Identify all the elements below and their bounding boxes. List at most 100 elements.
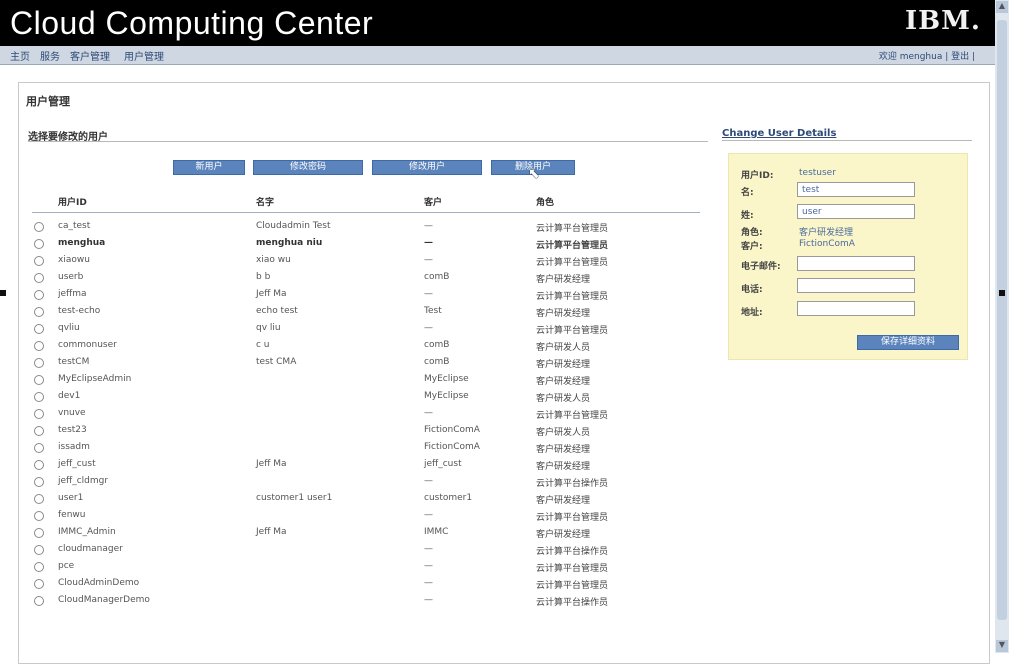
email-input[interactable] xyxy=(797,256,915,271)
cell-role: 云计算平台管理员 xyxy=(536,411,609,421)
cell-user-id: pce xyxy=(58,561,75,571)
row-radio[interactable] xyxy=(34,256,44,266)
table-row[interactable]: vnuve — 云计算平台管理员 xyxy=(32,406,700,423)
role-label: 角色: xyxy=(741,228,763,238)
row-radio[interactable] xyxy=(34,222,44,232)
modify-user-button[interactable]: 修改用户 xyxy=(372,160,482,175)
row-radio[interactable] xyxy=(34,460,44,470)
table-row[interactable]: menghua menghua niu — 云计算平台管理员 xyxy=(32,236,700,253)
cell-customer: IMMC xyxy=(424,527,449,537)
cell-customer: — xyxy=(424,561,433,571)
table-row[interactable]: issadm FictionComA 客户研发经理 xyxy=(32,440,700,457)
cell-customer: Test xyxy=(424,306,442,316)
row-radio[interactable] xyxy=(34,392,44,402)
cell-role: 客户研发人员 xyxy=(536,394,591,404)
vertical-scrollbar[interactable]: ▲ ▼ xyxy=(995,0,1009,653)
row-radio[interactable] xyxy=(34,375,44,385)
row-radio[interactable] xyxy=(34,596,44,606)
row-radio[interactable] xyxy=(34,341,44,351)
scroll-down-icon[interactable]: ▼ xyxy=(996,640,1008,652)
row-radio[interactable] xyxy=(34,443,44,453)
table-row[interactable]: qvliu qv liu — 云计算平台管理员 xyxy=(32,321,700,338)
phone-input[interactable] xyxy=(797,278,915,293)
row-radio[interactable] xyxy=(34,358,44,368)
first-name-input[interactable] xyxy=(797,182,915,197)
cell-role: 客户研发经理 xyxy=(536,462,591,472)
change-password-button[interactable]: 修改密码 xyxy=(253,160,363,175)
edge-marker-left xyxy=(0,290,6,296)
cell-user-id: dev1 xyxy=(58,391,81,401)
address-label: 地址: xyxy=(741,308,763,318)
cell-customer: comB xyxy=(424,357,450,367)
row-radio[interactable] xyxy=(34,273,44,283)
row-radio[interactable] xyxy=(34,477,44,487)
cell-user-id: CloudManagerDemo xyxy=(58,595,150,605)
table-row[interactable]: test23 FictionComA 客户研发人员 xyxy=(32,423,700,440)
cell-role: 客户研发经理 xyxy=(536,496,591,506)
row-radio[interactable] xyxy=(34,307,44,317)
new-user-button[interactable]: 新用户 xyxy=(173,160,245,175)
row-radio[interactable] xyxy=(34,426,44,436)
nav-item-customer-mgmt[interactable]: 客户管理 xyxy=(70,48,110,63)
row-radio[interactable] xyxy=(34,579,44,589)
cell-customer: — xyxy=(424,510,433,520)
scroll-thumb[interactable] xyxy=(997,20,1007,620)
table-row[interactable]: MyEclipseAdmin MyEclipse 客户研发经理 xyxy=(32,372,700,389)
table-row[interactable]: user1 customer1 user1 customer1 客户研发经理 xyxy=(32,491,700,508)
nav-user-info[interactable]: 欢迎 menghua | 登出 | xyxy=(879,49,975,62)
table-row[interactable]: commonuser c u comB 客户研发人员 xyxy=(32,338,700,355)
table-row[interactable]: jeff_cust Jeff Ma jeff_cust 客户研发经理 xyxy=(32,457,700,474)
cell-customer: — xyxy=(424,221,433,231)
cell-name: xiao wu xyxy=(256,255,291,265)
row-radio[interactable] xyxy=(34,239,44,249)
table-row[interactable]: CloudManagerDemo — 云计算平台操作员 xyxy=(32,593,700,610)
table-row[interactable]: testCM test CMA comB 客户研发经理 xyxy=(32,355,700,372)
table-row[interactable]: IMMC_Admin Jeff Ma IMMC 客户研发经理 xyxy=(32,525,700,542)
cell-name: customer1 user1 xyxy=(256,493,333,503)
table-row[interactable]: fenwu — 云计算平台管理员 xyxy=(32,508,700,525)
row-radio[interactable] xyxy=(34,494,44,504)
cell-name: Jeff Ma xyxy=(256,527,287,537)
cell-user-id: xiaowu xyxy=(58,255,90,265)
table-row[interactable]: jeffma Jeff Ma — 云计算平台管理员 xyxy=(32,287,700,304)
table-row[interactable]: test-echo echo test Test 客户研发经理 xyxy=(32,304,700,321)
table-row[interactable]: cloudmanager — 云计算平台操作员 xyxy=(32,542,700,559)
last-name-label: 姓: xyxy=(741,211,754,221)
row-radio[interactable] xyxy=(34,545,44,555)
scroll-up-icon[interactable]: ▲ xyxy=(996,1,1008,13)
row-radio[interactable] xyxy=(34,290,44,300)
cell-customer: MyEclipse xyxy=(424,391,469,401)
cell-customer: FictionComA xyxy=(424,442,480,452)
cell-customer: — xyxy=(424,578,433,588)
nav-item-user-mgmt[interactable]: 用户管理 xyxy=(124,48,164,63)
table-row[interactable]: jeff_cldmgr — 云计算平台操作员 xyxy=(32,474,700,491)
save-details-button[interactable]: 保存详细资料 xyxy=(857,335,959,350)
table-row[interactable]: pce — 云计算平台管理员 xyxy=(32,559,700,576)
table-row[interactable]: CloudAdminDemo — 云计算平台管理员 xyxy=(32,576,700,593)
nav-item-services[interactable]: 服务 xyxy=(40,48,60,63)
row-radio[interactable] xyxy=(34,562,44,572)
cell-name: test CMA xyxy=(256,357,297,367)
cell-user-id: test23 xyxy=(58,425,87,435)
cell-customer: — xyxy=(424,544,433,554)
cell-user-id: jeff_cldmgr xyxy=(58,476,109,486)
row-radio[interactable] xyxy=(34,324,44,334)
nav-item-home[interactable]: 主页 xyxy=(10,48,30,63)
last-name-input[interactable] xyxy=(797,204,915,219)
table-row[interactable]: ca_test Cloudadmin Test — 云计算平台管理员 xyxy=(32,219,700,236)
row-radio[interactable] xyxy=(34,511,44,521)
cell-user-id: user1 xyxy=(58,493,84,503)
cell-customer: — xyxy=(424,408,433,418)
cell-customer: FictionComA xyxy=(424,425,480,435)
cell-name: b b xyxy=(256,272,271,282)
cell-role: 客户研发经理 xyxy=(536,530,591,540)
cell-user-id: menghua xyxy=(58,238,106,248)
table-row[interactable]: dev1 MyEclipse 客户研发人员 xyxy=(32,389,700,406)
row-radio[interactable] xyxy=(34,528,44,538)
table-row[interactable]: xiaowu xiao wu — 云计算平台管理员 xyxy=(32,253,700,270)
cell-customer: — xyxy=(424,289,433,299)
row-radio[interactable] xyxy=(34,409,44,419)
cell-customer: — xyxy=(424,476,433,486)
table-row[interactable]: userb b b comB 客户研发经理 xyxy=(32,270,700,287)
address-input[interactable] xyxy=(797,301,915,316)
